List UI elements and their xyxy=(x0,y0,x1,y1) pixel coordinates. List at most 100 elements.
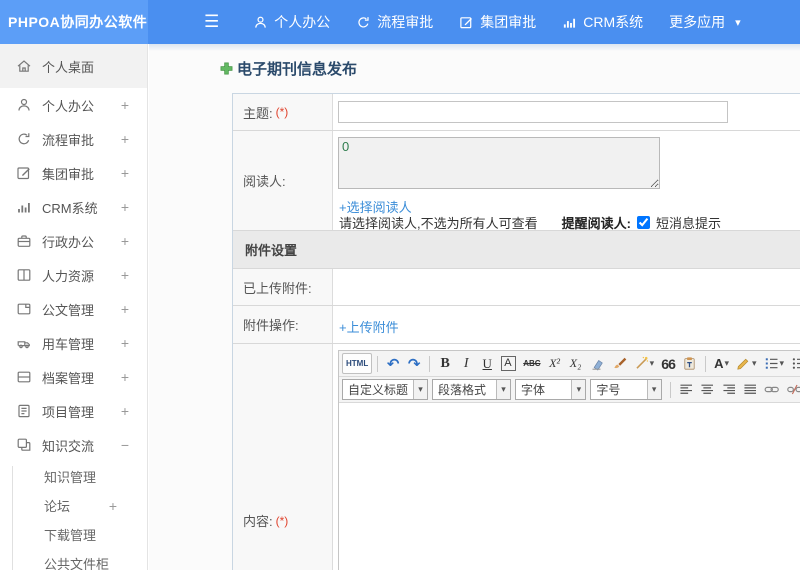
attachment-section-header: 附件设置 xyxy=(233,231,800,269)
chevron-down-icon: ▾ xyxy=(571,380,586,399)
expand-icon[interactable]: + xyxy=(121,403,129,419)
process-icon xyxy=(356,15,371,30)
uploaded-attachments-label: 已上传附件: xyxy=(233,269,333,305)
sms-notify-checkbox[interactable] xyxy=(636,216,650,229)
superscript-button[interactable]: X² xyxy=(545,353,565,374)
document-icon xyxy=(16,301,32,317)
process-icon xyxy=(16,131,32,147)
collapse-icon[interactable]: − xyxy=(121,437,129,453)
align-justify-icon[interactable] xyxy=(740,379,760,400)
font-color-button[interactable]: A ▾ xyxy=(711,353,732,374)
expand-icon[interactable]: + xyxy=(121,97,129,113)
top-nav-process-approval[interactable]: 流程审批 xyxy=(356,12,433,32)
sidebar-item-archives[interactable]: 档案管理 + xyxy=(0,360,147,394)
expand-icon[interactable]: + xyxy=(121,267,129,283)
sidebar: 个人桌面 个人办公 + 流程审批 + 集团审批 + CRM系统 + 行政办公 +… xyxy=(0,44,148,570)
upload-attachment-link[interactable]: +上传附件 xyxy=(339,317,399,336)
top-bar: PHPOA协同办公软件 ☰ 个人办公 流程审批 集团审批 CRM系统 更多应用 … xyxy=(0,0,800,44)
user-icon xyxy=(253,15,268,30)
chevron-down-icon: ▾ xyxy=(413,380,428,399)
sidebar-item-vehicle[interactable]: 用车管理 + xyxy=(0,326,147,360)
uploaded-attachments-value xyxy=(333,269,800,305)
undo-icon[interactable]: ↶ xyxy=(383,353,403,374)
strikethrough-button[interactable]: ABC xyxy=(520,353,543,374)
bar-chart-icon xyxy=(562,15,577,30)
top-nav: 个人办公 流程审批 集团审批 CRM系统 更多应用 ▾ xyxy=(253,12,741,32)
sidebar-item-personal-office[interactable]: 个人办公 + xyxy=(0,88,147,122)
italic-button[interactable]: I xyxy=(456,353,476,374)
readers-textarea[interactable]: 0 xyxy=(338,137,660,189)
sidebar-submenu-knowledge: 知识管理 论坛 + 下载管理 公共文件柜 xyxy=(0,462,147,570)
expand-icon[interactable]: + xyxy=(121,131,129,147)
uploaded-attachments-row: 已上传附件: xyxy=(233,269,800,306)
sidebar-subitem-downloads[interactable]: 下载管理 xyxy=(0,520,147,549)
blockquote-button[interactable]: 66 xyxy=(658,353,678,374)
redo-icon[interactable]: ↷ xyxy=(404,353,424,374)
sidebar-item-admin-office[interactable]: 行政办公 + xyxy=(0,224,147,258)
heading-style-select[interactable]: 自定义标题 ▾ xyxy=(342,379,429,400)
bar-chart-icon xyxy=(16,199,32,215)
sidebar-subitem-knowledge-mgmt[interactable]: 知识管理 xyxy=(0,462,147,491)
unordered-list-icon[interactable] xyxy=(788,353,800,374)
ordered-list-icon[interactable]: ▾ xyxy=(761,353,788,374)
font-family-select[interactable]: 字体 ▾ xyxy=(515,379,587,400)
link-icon[interactable] xyxy=(761,379,782,400)
sidebar-item-personal-desktop[interactable]: 个人桌面 xyxy=(0,44,147,88)
content-label: 内容: (*) xyxy=(233,344,333,570)
align-left-icon[interactable] xyxy=(676,379,696,400)
align-center-icon[interactable] xyxy=(697,379,717,400)
expand-icon[interactable]: + xyxy=(109,498,117,514)
underline-button[interactable]: U xyxy=(477,353,497,374)
page-title: 电子期刊信息发布 xyxy=(220,58,357,79)
rich-text-editor: HTML ↶ ↷ B I U A ABC X² X₂ ▾ 66 A ▾ ▾ ▾ … xyxy=(338,350,800,570)
sidebar-item-group-approval[interactable]: 集团审批 + xyxy=(0,156,147,190)
sidebar-item-hr[interactable]: 人力资源 + xyxy=(0,258,147,292)
highlight-icon[interactable]: ▾ xyxy=(733,353,760,374)
expand-icon[interactable]: + xyxy=(121,199,129,215)
paragraph-format-select[interactable]: 段落格式 ▾ xyxy=(432,379,512,400)
caret-down-icon[interactable]: ▾ xyxy=(735,16,741,29)
sidebar-subitem-forum[interactable]: 论坛 + xyxy=(0,491,147,520)
top-nav-crm[interactable]: CRM系统 xyxy=(562,12,643,32)
paste-template-icon[interactable] xyxy=(679,353,700,374)
top-nav-more-apps[interactable]: 更多应用 xyxy=(669,12,725,32)
project-icon xyxy=(16,403,32,419)
remind-readers-label: 提醒阅读人: xyxy=(561,216,631,231)
home-icon xyxy=(16,58,32,74)
html-source-button[interactable]: HTML xyxy=(342,353,373,374)
align-right-icon[interactable] xyxy=(719,379,739,400)
caret-down-icon: ▾ xyxy=(724,358,730,368)
expand-icon[interactable]: + xyxy=(121,335,129,351)
format-brush-icon[interactable] xyxy=(609,353,630,374)
subject-input[interactable] xyxy=(338,101,728,123)
bold-button[interactable]: B xyxy=(435,353,455,374)
sidebar-item-official-docs[interactable]: 公文管理 + xyxy=(0,292,147,326)
menu-icon[interactable]: ☰ xyxy=(204,12,219,32)
unlink-icon[interactable] xyxy=(784,379,800,400)
sidebar-item-crm[interactable]: CRM系统 + xyxy=(0,190,147,224)
attachment-action-label: 附件操作: xyxy=(233,306,333,343)
sidebar-item-knowledge[interactable]: 知识交流 − xyxy=(0,428,147,462)
required-mark: (*) xyxy=(275,513,289,528)
sidebar-item-process-approval[interactable]: 流程审批 + xyxy=(0,122,147,156)
editor-toolbar-row2: 自定义标题 ▾ 段落格式 ▾ 字体 ▾ 字号 ▾ xyxy=(339,377,800,403)
expand-icon[interactable]: + xyxy=(121,301,129,317)
expand-icon[interactable]: + xyxy=(121,165,129,181)
content-row: 内容: (*) HTML ↶ ↷ B I U A ABC X² X₂ ▾ 66 … xyxy=(233,344,800,570)
approval-icon xyxy=(16,165,32,181)
expand-icon[interactable]: + xyxy=(121,369,129,385)
subscript-button[interactable]: X₂ xyxy=(566,353,586,374)
chevron-down-icon: ▾ xyxy=(646,380,661,399)
font-style-button[interactable]: A xyxy=(501,356,517,371)
expand-icon[interactable]: + xyxy=(121,233,129,249)
top-nav-personal-office[interactable]: 个人办公 xyxy=(253,12,330,32)
top-nav-group-approval[interactable]: 集团审批 xyxy=(459,12,536,32)
sidebar-subitem-public-cabinet[interactable]: 公共文件柜 xyxy=(0,549,147,570)
font-size-select[interactable]: 字号 ▾ xyxy=(590,379,662,400)
editor-content-area[interactable] xyxy=(339,403,800,570)
caret-down-icon: ▾ xyxy=(649,358,655,368)
quick-format-icon[interactable]: ▾ xyxy=(631,353,658,374)
sidebar-item-projects[interactable]: 项目管理 + xyxy=(0,394,147,428)
eraser-icon[interactable] xyxy=(587,353,608,374)
knowledge-icon xyxy=(16,437,32,453)
